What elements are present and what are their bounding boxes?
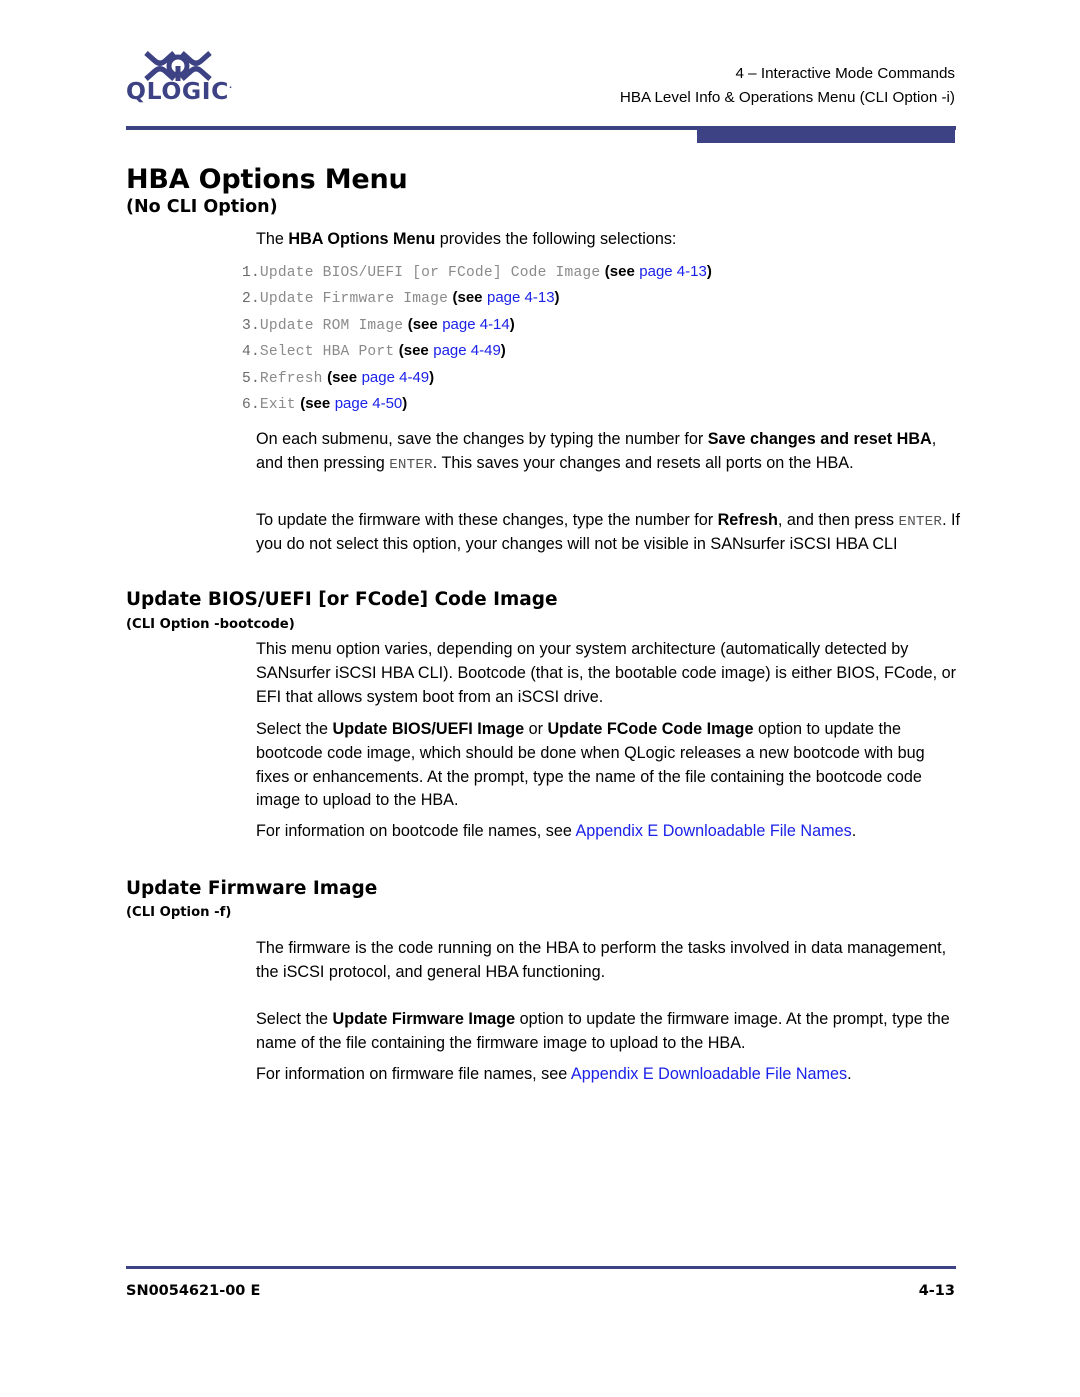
- qlogic-wordmark-text: QLOGIC: [126, 77, 229, 105]
- list-item: 5.Refresh (see page 4-49): [242, 365, 962, 391]
- submenu-text-a: On each submenu, save the changes by typ…: [256, 430, 708, 448]
- list-item-command: Update Firmware Image: [259, 291, 449, 308]
- section-subheading-firmware: (CLI Option -f): [126, 905, 232, 920]
- page-reference-link[interactable]: page 4-50: [335, 395, 403, 412]
- bootcode-p3-a: For information on bootcode file names, …: [256, 822, 576, 840]
- footer-rule: [126, 1266, 956, 1269]
- list-item: 4.Select HBA Port (see page 4-49): [242, 338, 962, 364]
- see-label: (see: [327, 368, 358, 386]
- see-label: (see: [398, 342, 429, 360]
- list-item: 3.Update ROM Image (see page 4-14): [242, 312, 962, 338]
- bootcode-bold-fcode-image: Update FCode Code Image: [547, 720, 754, 738]
- list-item-command: Update ROM Image: [259, 317, 404, 334]
- header-accent-block: [697, 126, 955, 143]
- page-reference-link[interactable]: page 4-49: [362, 369, 430, 386]
- refresh-text-a: To update the firmware with these change…: [256, 511, 718, 529]
- see-label: (see: [300, 394, 331, 412]
- list-item-command: Update BIOS/UEFI [or FCode] Code Image: [259, 265, 601, 281]
- firmware-paragraph-1: The firmware is the code running on the …: [256, 939, 947, 981]
- submenu-text-d: . This saves your changes and resets all…: [432, 453, 854, 472]
- see-label: (see: [452, 289, 483, 307]
- list-item-number: 6.: [242, 396, 260, 413]
- submenu-paragraph: On each submenu, save the changes by typ…: [256, 428, 962, 476]
- enter-key-mono: ENTER: [898, 514, 943, 530]
- list-item-command: Exit: [259, 396, 296, 413]
- appendix-e-link[interactable]: Appendix E Downloadable File Names: [571, 1065, 847, 1083]
- page-reference-link[interactable]: page 4-13: [639, 263, 707, 280]
- list-item-command: Select HBA Port: [259, 344, 395, 361]
- section-heading-bootcode: Update BIOS/UEFI [or FCode] Code Image: [126, 589, 558, 610]
- page-header: QLOGIC· 4 – Interactive Mode Commands HB…: [0, 48, 1080, 128]
- see-label: (see: [407, 315, 438, 333]
- firmware-bold-update-image: Update Firmware Image: [332, 1010, 516, 1028]
- firmware-p3-b: .: [847, 1065, 852, 1083]
- see-close-paren: ): [509, 315, 515, 333]
- bootcode-p2-a: Select the: [256, 720, 333, 738]
- see-close-paren: ): [402, 394, 408, 412]
- list-item-number: 5.: [242, 370, 260, 387]
- refresh-paragraph: To update the firmware with these change…: [256, 509, 962, 557]
- see-close-paren: ): [554, 289, 560, 307]
- trademark-symbol: ·: [228, 83, 233, 93]
- header-chapter-line: 4 – Interactive Mode Commands: [735, 65, 955, 82]
- firmware-p3-a: For information on firmware file names, …: [256, 1065, 571, 1083]
- submenu-bold-save-changes: Save changes and reset HBA: [707, 430, 932, 448]
- appendix-e-link[interactable]: Appendix E Downloadable File Names: [575, 822, 851, 840]
- page-title: HBA Options Menu: [126, 164, 408, 195]
- header-breadcrumb: 4 – Interactive Mode Commands HBA Level …: [620, 62, 955, 109]
- see-label: (see: [604, 263, 635, 280]
- list-item: 1.Update BIOS/UEFI [or FCode] Code Image…: [242, 259, 962, 285]
- bootcode-paragraph-1: This menu option varies, depending on yo…: [256, 640, 956, 706]
- bootcode-paragraph-2: Select the Update BIOS/UEFI Image or Upd…: [256, 718, 962, 813]
- list-item-number: 3.: [242, 317, 260, 334]
- firmware-p2-a: Select the: [256, 1010, 333, 1028]
- footer-page-number: 4-13: [918, 1283, 955, 1299]
- intro-before: The: [256, 230, 289, 248]
- menu-options-list: 1.Update BIOS/UEFI [or FCode] Code Image…: [242, 259, 962, 417]
- firmware-paragraph-2: Select the Update Firmware Image option …: [256, 1008, 962, 1056]
- footer-document-id: SN0054621-00 E: [126, 1283, 261, 1299]
- list-item: 2.Update Firmware Image (see page 4-13): [242, 285, 962, 311]
- bootcode-paragraph-3: For information on bootcode file names, …: [256, 820, 962, 844]
- page-reference-link[interactable]: page 4-14: [442, 316, 510, 333]
- enter-key-mono: ENTER: [389, 456, 433, 473]
- intro-bold: HBA Options Menu: [288, 230, 436, 248]
- qlogic-logo: QLOGIC·: [126, 50, 246, 122]
- firmware-paragraph-3: For information on firmware file names, …: [256, 1063, 962, 1087]
- list-item-number: 4.: [242, 344, 260, 361]
- list-item-number: 2.: [242, 291, 260, 308]
- header-section-line: HBA Level Info & Operations Menu (CLI Op…: [619, 88, 955, 106]
- see-close-paren: ): [706, 263, 712, 280]
- page-reference-link[interactable]: page 4-49: [433, 342, 501, 359]
- document-page: QLOGIC· 4 – Interactive Mode Commands HB…: [0, 0, 1080, 1397]
- bootcode-p3-b: .: [851, 822, 857, 840]
- see-close-paren: ): [429, 368, 435, 386]
- page-reference-link[interactable]: page 4-13: [487, 289, 555, 306]
- page-title-subheading: (No CLI Option): [126, 197, 278, 217]
- section-heading-firmware: Update Firmware Image: [126, 878, 378, 899]
- intro-after: provides the following selections:: [435, 230, 677, 248]
- intro-paragraph: The HBA Options Menu provides the follow…: [256, 228, 962, 252]
- bootcode-p2-c: or: [524, 720, 548, 738]
- list-item-number: 1.: [242, 265, 260, 281]
- qlogic-wordmark: QLOGIC·: [126, 77, 246, 105]
- see-close-paren: ): [500, 342, 506, 360]
- refresh-text-c: , and then press: [777, 511, 899, 529]
- refresh-bold: Refresh: [717, 511, 778, 529]
- list-item-command: Refresh: [259, 370, 323, 387]
- section-subheading-bootcode: (CLI Option -bootcode): [126, 617, 295, 632]
- list-item: 6.Exit (see page 4-50): [242, 391, 962, 417]
- bootcode-bold-uefi-image: Update BIOS/UEFI Image: [332, 720, 525, 738]
